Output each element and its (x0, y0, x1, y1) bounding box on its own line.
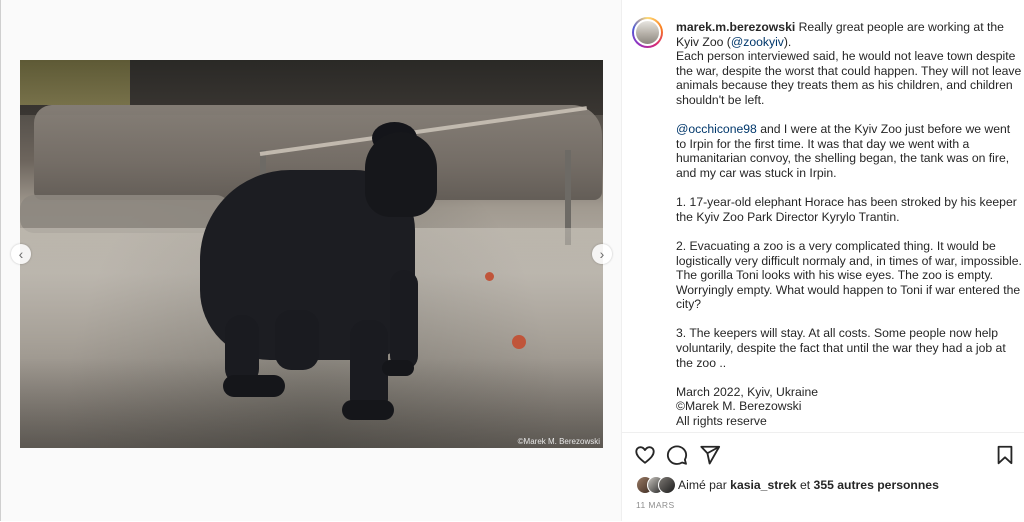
mention-occhicone98[interactable]: @occhicone98 (676, 122, 757, 136)
post-sidebar: marek.m.berezowski Really great people a… (621, 0, 1024, 521)
paper-plane-icon[interactable] (699, 444, 721, 466)
caption-intro: marek.m.berezowski Really great people a… (676, 20, 1022, 49)
liker-username[interactable]: kasia_strek (730, 478, 796, 492)
heart-icon[interactable] (634, 444, 656, 466)
image-floor-shadow (20, 358, 603, 448)
likes-connector: et (799, 478, 811, 492)
author-username[interactable]: marek.m.berezowski (676, 20, 795, 34)
gorilla-foot (223, 375, 285, 397)
action-bar: Aimé par kasia_strek et 355 autres perso… (622, 432, 1024, 522)
avatar (658, 476, 676, 494)
image-wall-light (20, 60, 130, 105)
chevron-left-icon: ‹ (18, 246, 24, 262)
previous-image-button[interactable]: ‹ (11, 244, 31, 264)
comment-icon[interactable] (666, 444, 688, 466)
caption-line: March 2022, Kyiv, Ukraine (676, 384, 819, 399)
caption-paragraph: 3. The keepers will stay. At all costs. … (676, 326, 1006, 370)
liker-avatars[interactable] (636, 476, 678, 494)
caption-paragraph: 2. Evacuating a zoo is a very complicate… (676, 238, 1022, 312)
image-fruit (485, 272, 494, 281)
caption-intro-end: ). (783, 34, 792, 49)
caption-paragraph: 1. 17-year-old elephant Horace has been … (676, 195, 1017, 224)
gorilla-leg (275, 310, 319, 370)
likes-prefix: Aimé par (678, 478, 727, 492)
author-avatar[interactable] (632, 17, 663, 48)
caption-paragraph: @occhicone98 and I were at the Kyiv Zoo … (676, 122, 1022, 180)
gorilla-foot (382, 360, 414, 376)
caption-scroll-area[interactable]: marek.m.berezowski Really great people a… (622, 0, 1024, 432)
chevron-right-icon: › (599, 246, 605, 262)
image-watermark: ©Marek M. Berezowski (517, 437, 600, 446)
gorilla-leg (390, 270, 418, 370)
likes-others-link[interactable]: 355 autres personnes (814, 478, 939, 492)
gorilla-head (365, 132, 437, 217)
post-date[interactable]: 11 MARS (636, 500, 675, 510)
mention-zookyiv[interactable]: @zookyiv (731, 35, 784, 49)
post-caption: marek.m.berezowski Really great people a… (676, 20, 1022, 429)
post-image-gorilla[interactable]: ©Marek M. Berezowski (20, 60, 603, 448)
caption-paragraph: Each person interviewed said, he would n… (676, 49, 1022, 107)
caption-line: ©Marek M. Berezowski (676, 399, 802, 414)
image-fruit (512, 335, 526, 349)
caption-line: All rights reserve (676, 414, 767, 429)
likes-summary: Aimé par kasia_strek et 355 autres perso… (636, 476, 939, 494)
gorilla-foot (342, 400, 394, 420)
bookmark-icon[interactable] (994, 444, 1016, 466)
next-image-button[interactable]: › (592, 244, 612, 264)
media-panel: ©Marek M. Berezowski ‹ › (0, 0, 621, 521)
